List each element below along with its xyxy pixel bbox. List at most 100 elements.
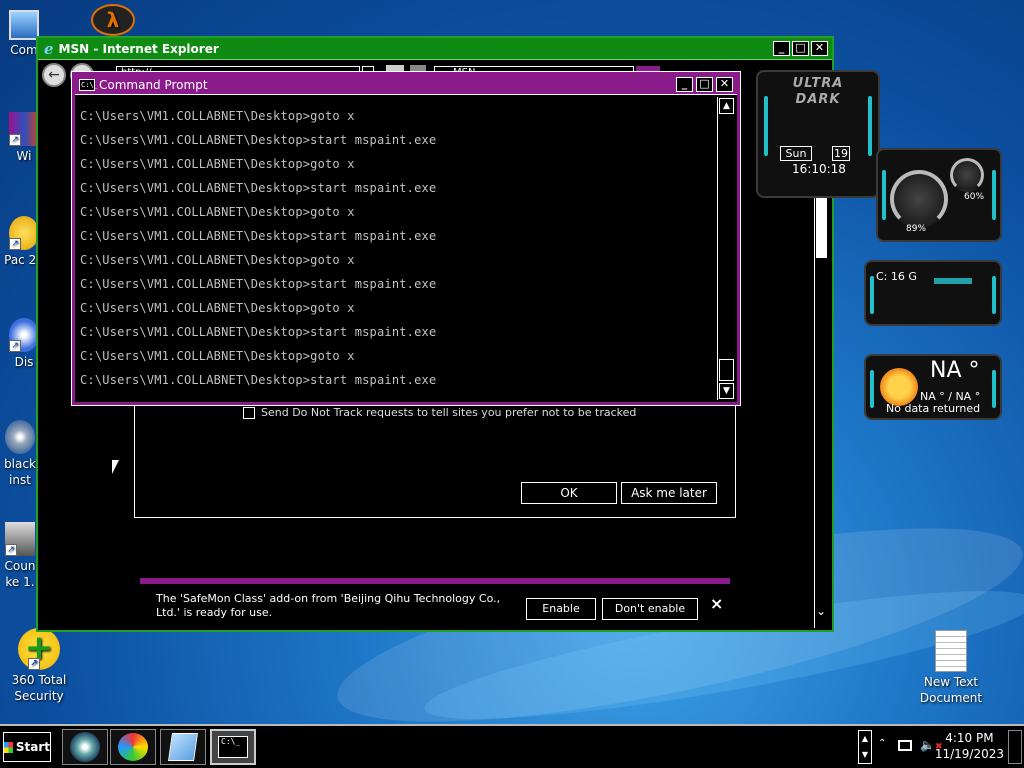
taskbar-media-player[interactable] <box>62 729 108 765</box>
drive-gadget[interactable]: C: 16 G <box>864 260 1002 326</box>
ie-titlebar[interactable]: e MSN - Internet Explorer _ □ ✕ <box>38 38 832 60</box>
network-icon[interactable] <box>898 740 912 751</box>
tray-date: 11/19/2023 <box>934 747 1004 761</box>
cmd-titlebar[interactable]: C:\_ Command Prompt _ □ ✕ <box>75 75 737 95</box>
clock-day: Sun <box>780 146 812 161</box>
winrar-icon: ↗ <box>9 112 39 146</box>
dnt-checkbox[interactable] <box>243 406 255 419</box>
ie-maximize-button[interactable]: □ <box>792 41 809 56</box>
cmd-line: C:\Users\VM1.COLLABNET\Desktop>start msp… <box>80 181 437 195</box>
desktop-icon-label: 360 Total Security <box>11 673 67 703</box>
arrow-left-icon: ← <box>48 67 60 83</box>
mouse-cursor-icon <box>112 460 119 474</box>
desktop-icon-black[interactable]: black inst <box>0 420 40 488</box>
clock-gadget[interactable]: ULTRA DARK Sun 19 16:10:18 <box>756 70 880 198</box>
tray-clock[interactable]: 4:10 PM 11/19/2023 <box>935 730 1004 762</box>
cmd-line: C:\Users\VM1.COLLABNET\Desktop>goto x <box>80 205 355 219</box>
close-icon[interactable]: × <box>710 594 723 613</box>
desktop-icon-label: Coun ke 1. <box>4 559 36 589</box>
cmd-output[interactable]: C:\Users\VM1.COLLABNET\Desktop>goto x C:… <box>77 96 717 400</box>
desktop-icon-label: Dis <box>14 355 34 369</box>
show-desktop-button[interactable] <box>1008 730 1022 764</box>
cpu-gauge-icon <box>890 170 948 228</box>
windows-logo-icon <box>4 741 13 753</box>
taskbar: Start C:\_ ▲ ▼ ⌃ 🔈✖ 4:10 PM 11/19/2023 <box>0 724 1024 768</box>
ie-minimize-button[interactable]: _ <box>773 41 790 56</box>
desktop-icon-new-text-document[interactable]: New Text Document <box>912 630 990 706</box>
notification-message: The 'SafeMon Class' add-on from 'Beijing… <box>156 592 501 619</box>
desktop-icon-360-security[interactable]: + ↗ 360 Total Security <box>2 628 76 704</box>
ram-value: 60% <box>964 192 985 202</box>
sun-icon <box>880 368 918 406</box>
dnt-option[interactable]: Send Do Not Track requests to tell sites… <box>243 406 636 419</box>
desktop-icon-counter[interactable]: ↗ Coun ke 1. <box>0 522 40 590</box>
ie-close-button[interactable]: ✕ <box>811 41 828 56</box>
cmd-taskbar-icon: C:\_ <box>218 736 248 758</box>
weather-temp: NA ° <box>930 358 980 383</box>
privacy-dialog: Send Do Not Track requests to tell sites… <box>134 398 736 518</box>
ie-scrollbar[interactable]: ⌄ <box>814 188 828 628</box>
drive-label: C: 16 G <box>876 270 917 283</box>
tray-expand-icon[interactable]: ⌃ <box>878 738 886 749</box>
cmd-title: Command Prompt <box>99 77 208 92</box>
enable-button[interactable]: Enable <box>526 598 596 620</box>
taskbar-command-prompt[interactable]: C:\_ <box>210 729 256 765</box>
notepad-icon <box>168 733 198 761</box>
weather-gadget[interactable]: NA ° NA ° / NA ° No data returned <box>864 354 1002 420</box>
desktop-icon-label: black inst <box>4 457 36 487</box>
drive-usage-bar <box>934 278 972 284</box>
game-icon: ↗ <box>5 522 35 556</box>
scroll-down-arrow-icon[interactable]: ▼ <box>719 383 734 399</box>
cmd-line: C:\Users\VM1.COLLABNET\Desktop>start msp… <box>80 373 437 387</box>
taskbar-notepad[interactable] <box>160 729 206 765</box>
cmd-scroll-thumb[interactable] <box>719 359 734 381</box>
start-label: Start <box>15 740 50 754</box>
cmd-window[interactable]: C:\_ Command Prompt _ □ ✕ C:\Users\VM1.C… <box>71 71 741 406</box>
ie-title: MSN - Internet Explorer <box>58 41 219 56</box>
ram-gauge-icon <box>950 158 984 192</box>
cpu-meter-gadget[interactable]: 89% 60% <box>876 148 1002 242</box>
tray-time: 4:10 PM <box>945 731 994 745</box>
clock-date: 19 <box>832 146 850 161</box>
ie-scroll-thumb[interactable] <box>816 188 827 258</box>
desktop-icon-label: New Text Document <box>919 675 983 705</box>
cmd-scrollbar[interactable]: ▲ ▼ <box>717 97 735 400</box>
text-document-icon <box>935 630 967 672</box>
cmd-line: C:\Users\VM1.COLLABNET\Desktop>start msp… <box>80 133 437 147</box>
plus-shield-icon: + ↗ <box>18 628 60 670</box>
desktop-icon-label: Com <box>10 43 38 57</box>
scroll-up-arrow-icon[interactable]: ▲ <box>719 98 734 114</box>
cmd-line: C:\Users\VM1.COLLABNET\Desktop>start msp… <box>80 277 437 291</box>
cpu-value: 89% <box>906 224 927 234</box>
ask-me-later-button[interactable]: Ask me later <box>621 482 717 504</box>
desktop-icon-half-life[interactable]: λ <box>90 4 136 38</box>
cmd-close-button[interactable]: ✕ <box>716 77 733 92</box>
taskbar-paint[interactable] <box>110 729 156 765</box>
cmd-minimize-button[interactable]: _ <box>676 77 693 92</box>
taskbar-scroll-arrows[interactable]: ▲ ▼ <box>858 730 872 764</box>
weather-status: No data returned <box>886 402 981 415</box>
cmd-line: C:\Users\VM1.COLLABNET\Desktop>goto x <box>80 349 355 363</box>
dont-enable-button[interactable]: Don't enable <box>602 598 698 620</box>
computer-icon <box>9 10 39 40</box>
cmd-line: C:\Users\VM1.COLLABNET\Desktop>start msp… <box>80 325 437 339</box>
addon-notification-bar: The 'SafeMon Class' add-on from 'Beijing… <box>140 578 730 630</box>
desktop-icon-label: Wi <box>16 149 32 163</box>
start-button[interactable]: Start <box>3 732 51 762</box>
clock-time: 16:10:18 <box>792 162 846 176</box>
cmd-maximize-button[interactable]: □ <box>696 77 713 92</box>
cmd-line: C:\Users\VM1.COLLABNET\Desktop>start msp… <box>80 229 437 243</box>
lambda-icon: λ <box>91 4 135 36</box>
ie-logo-icon: e <box>44 39 54 58</box>
ultra-dark-logo: ULTRA DARK <box>792 76 844 107</box>
ok-button[interactable]: OK <box>521 482 617 504</box>
chevron-down-icon[interactable]: ⌄ <box>815 604 827 618</box>
cmd-line: C:\Users\VM1.COLLABNET\Desktop>goto x <box>80 253 355 267</box>
cmd-line: C:\Users\VM1.COLLABNET\Desktop>goto x <box>80 109 355 123</box>
paint-palette-icon <box>118 733 148 761</box>
cmd-line: C:\Users\VM1.COLLABNET\Desktop>goto x <box>80 301 355 315</box>
cmd-icon: C:\_ <box>79 78 98 91</box>
cd-icon <box>5 420 35 454</box>
back-button[interactable]: ← <box>42 63 66 87</box>
disc-icon: ↗ <box>9 318 39 352</box>
